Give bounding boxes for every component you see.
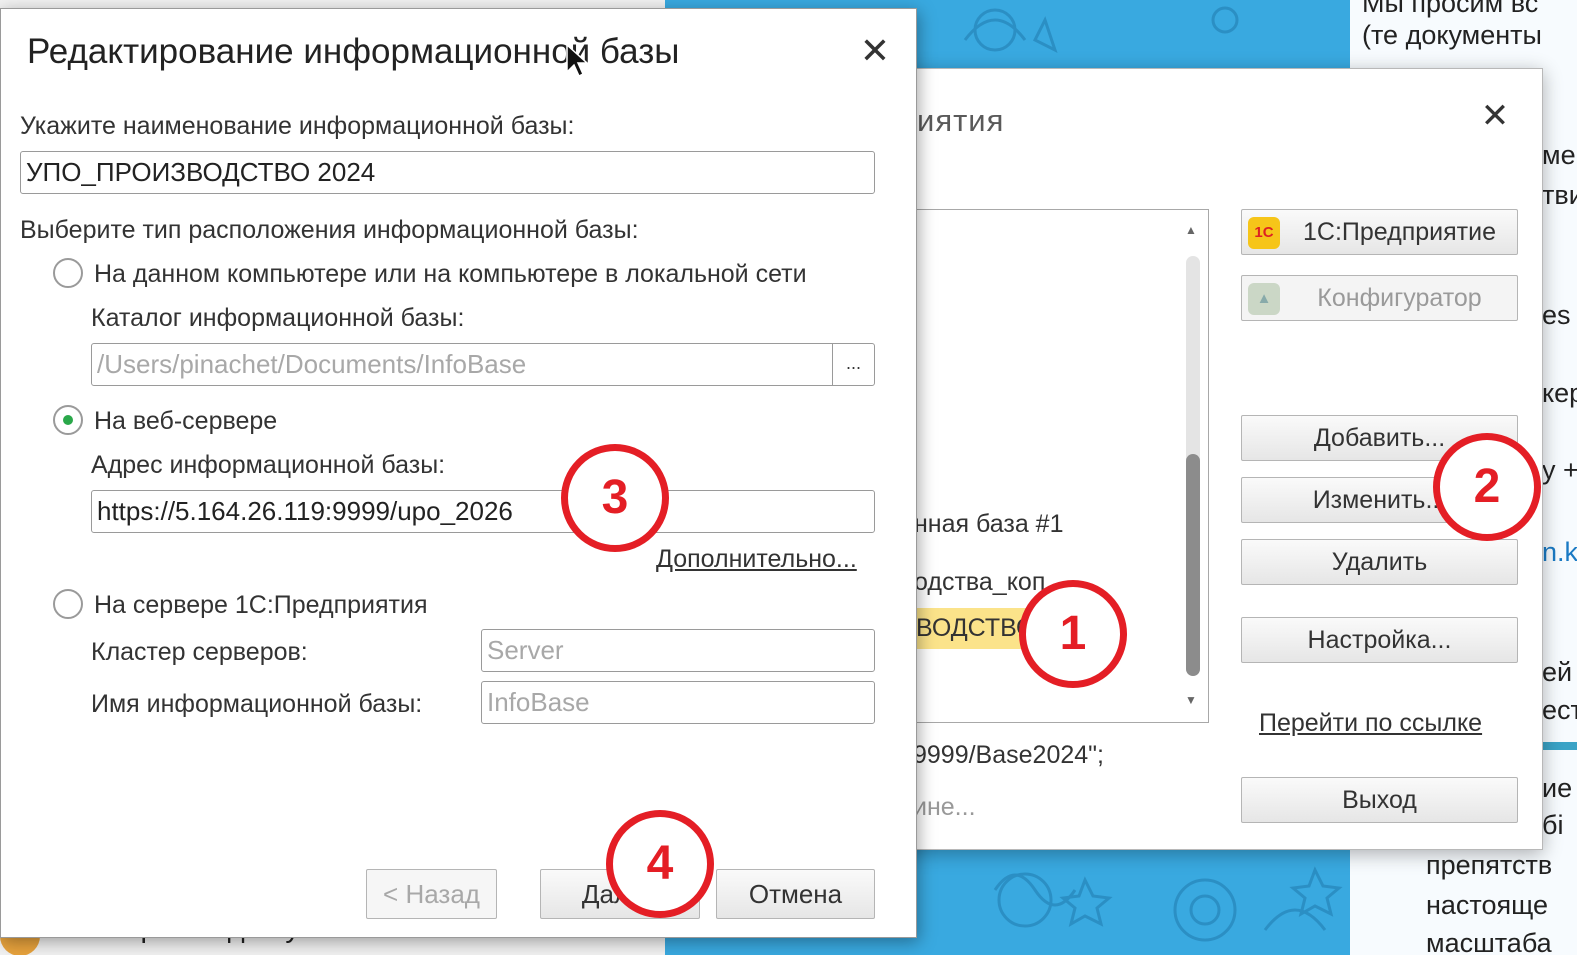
cluster-input[interactable]: Server — [481, 629, 875, 672]
address-input[interactable]: https://5.164.26.119:9999/upo_2026 — [91, 490, 875, 533]
radio-local[interactable] — [53, 258, 83, 288]
article-text-line: Мы просим вс — [1362, 0, 1539, 18]
article-text-line: es — [1542, 300, 1571, 330]
catalog-label: Каталог информационной базы: — [91, 304, 465, 332]
annotation-marker-1: 1 — [1019, 580, 1127, 688]
article-text-line: бі — [1542, 810, 1564, 840]
enterprise-button-label: 1С:Предприятие — [1303, 218, 1496, 246]
radio-web-server[interactable] — [53, 405, 83, 435]
article-text-line: настояще — [1426, 890, 1549, 920]
address-label: Адрес информационной базы: — [91, 451, 446, 479]
follow-link[interactable]: Перейти по ссылке — [1259, 709, 1482, 738]
article-text-line: ме — [1542, 140, 1576, 170]
1c-logo-icon: 1С — [1248, 217, 1280, 249]
designer-button[interactable]: ▲ Конфигуратор — [1241, 275, 1518, 321]
annotation-marker-4: 4 — [606, 810, 714, 918]
scrollbar-thumb[interactable] — [1186, 454, 1200, 676]
enterprise-button[interactable]: 1С 1С:Предприятие — [1241, 209, 1518, 255]
mouse-cursor-icon — [566, 44, 588, 78]
article-text-line: у + — [1542, 455, 1577, 485]
infobase-name-server-input[interactable]: InfoBase — [481, 681, 875, 724]
dialog-close-icon[interactable]: ✕ — [857, 33, 893, 69]
back-button[interactable]: < Назад — [366, 869, 497, 919]
radio-enterprise-server[interactable] — [53, 589, 83, 619]
infobase-path-text: 9999/Base2024"; — [913, 741, 1104, 769]
name-label: Укажите наименование информационной базы… — [20, 112, 575, 140]
search-placeholder-text[interactable]: ине... — [913, 793, 976, 822]
edit-infobase-dialog: Редактирование информационной базы ✕ Ука… — [0, 8, 917, 938]
launcher-title: иятия — [917, 103, 1005, 138]
settings-button[interactable]: Настройка... — [1241, 617, 1518, 663]
infobase-list-item[interactable]: нная база #1 — [914, 510, 1064, 539]
designer-icon: ▲ — [1248, 283, 1280, 315]
article-text-line: препятств — [1426, 850, 1553, 880]
article-text-line: масштаба — [1426, 928, 1552, 955]
scroll-down-arrow-icon[interactable]: ▼ — [1185, 693, 1197, 707]
article-text-line: ие — [1542, 773, 1573, 803]
option-server-label[interactable]: На сервере 1С:Предприятия — [94, 591, 427, 620]
cancel-button[interactable]: Отмена — [716, 869, 875, 919]
option-web-label[interactable]: На веб-сервере — [94, 407, 277, 436]
more-options-link[interactable]: Дополнительно... — [656, 545, 857, 574]
article-text-line: кер — [1542, 378, 1577, 408]
infobase-name-label: Имя информационной базы: — [91, 690, 423, 718]
catalog-input[interactable]: /Users/pinachet/Documents/InfoBase — [91, 343, 833, 386]
option-local-label[interactable]: На данном компьютере или на компьютере в… — [94, 260, 807, 289]
article-link-line[interactable]: n.k — [1542, 537, 1577, 568]
article-text-line: ей — [1542, 657, 1573, 687]
delete-button[interactable]: Удалить — [1241, 539, 1518, 585]
location-type-label: Выберите тип расположения информационной… — [20, 216, 639, 244]
cluster-label: Кластер серверов: — [91, 638, 308, 666]
launcher-close-icon[interactable]: ✕ — [1478, 99, 1512, 133]
infobase-list-item[interactable]: одства_коп — [914, 568, 1045, 597]
annotation-marker-3: 3 — [561, 444, 669, 552]
article-text-line: (те документы — [1362, 20, 1542, 50]
infobase-name-input[interactable]: УПО_ПРОИЗВОДСТВО 2024 — [20, 151, 875, 194]
designer-button-label: Конфигуратор — [1317, 284, 1482, 312]
scroll-up-arrow-icon[interactable]: ▲ — [1185, 223, 1197, 237]
article-text-line: ест — [1542, 695, 1577, 725]
annotation-marker-2: 2 — [1433, 433, 1541, 541]
article-text-line: тви — [1542, 180, 1577, 210]
browse-button[interactable]: ... — [832, 343, 875, 386]
exit-button[interactable]: Выход — [1241, 777, 1518, 823]
